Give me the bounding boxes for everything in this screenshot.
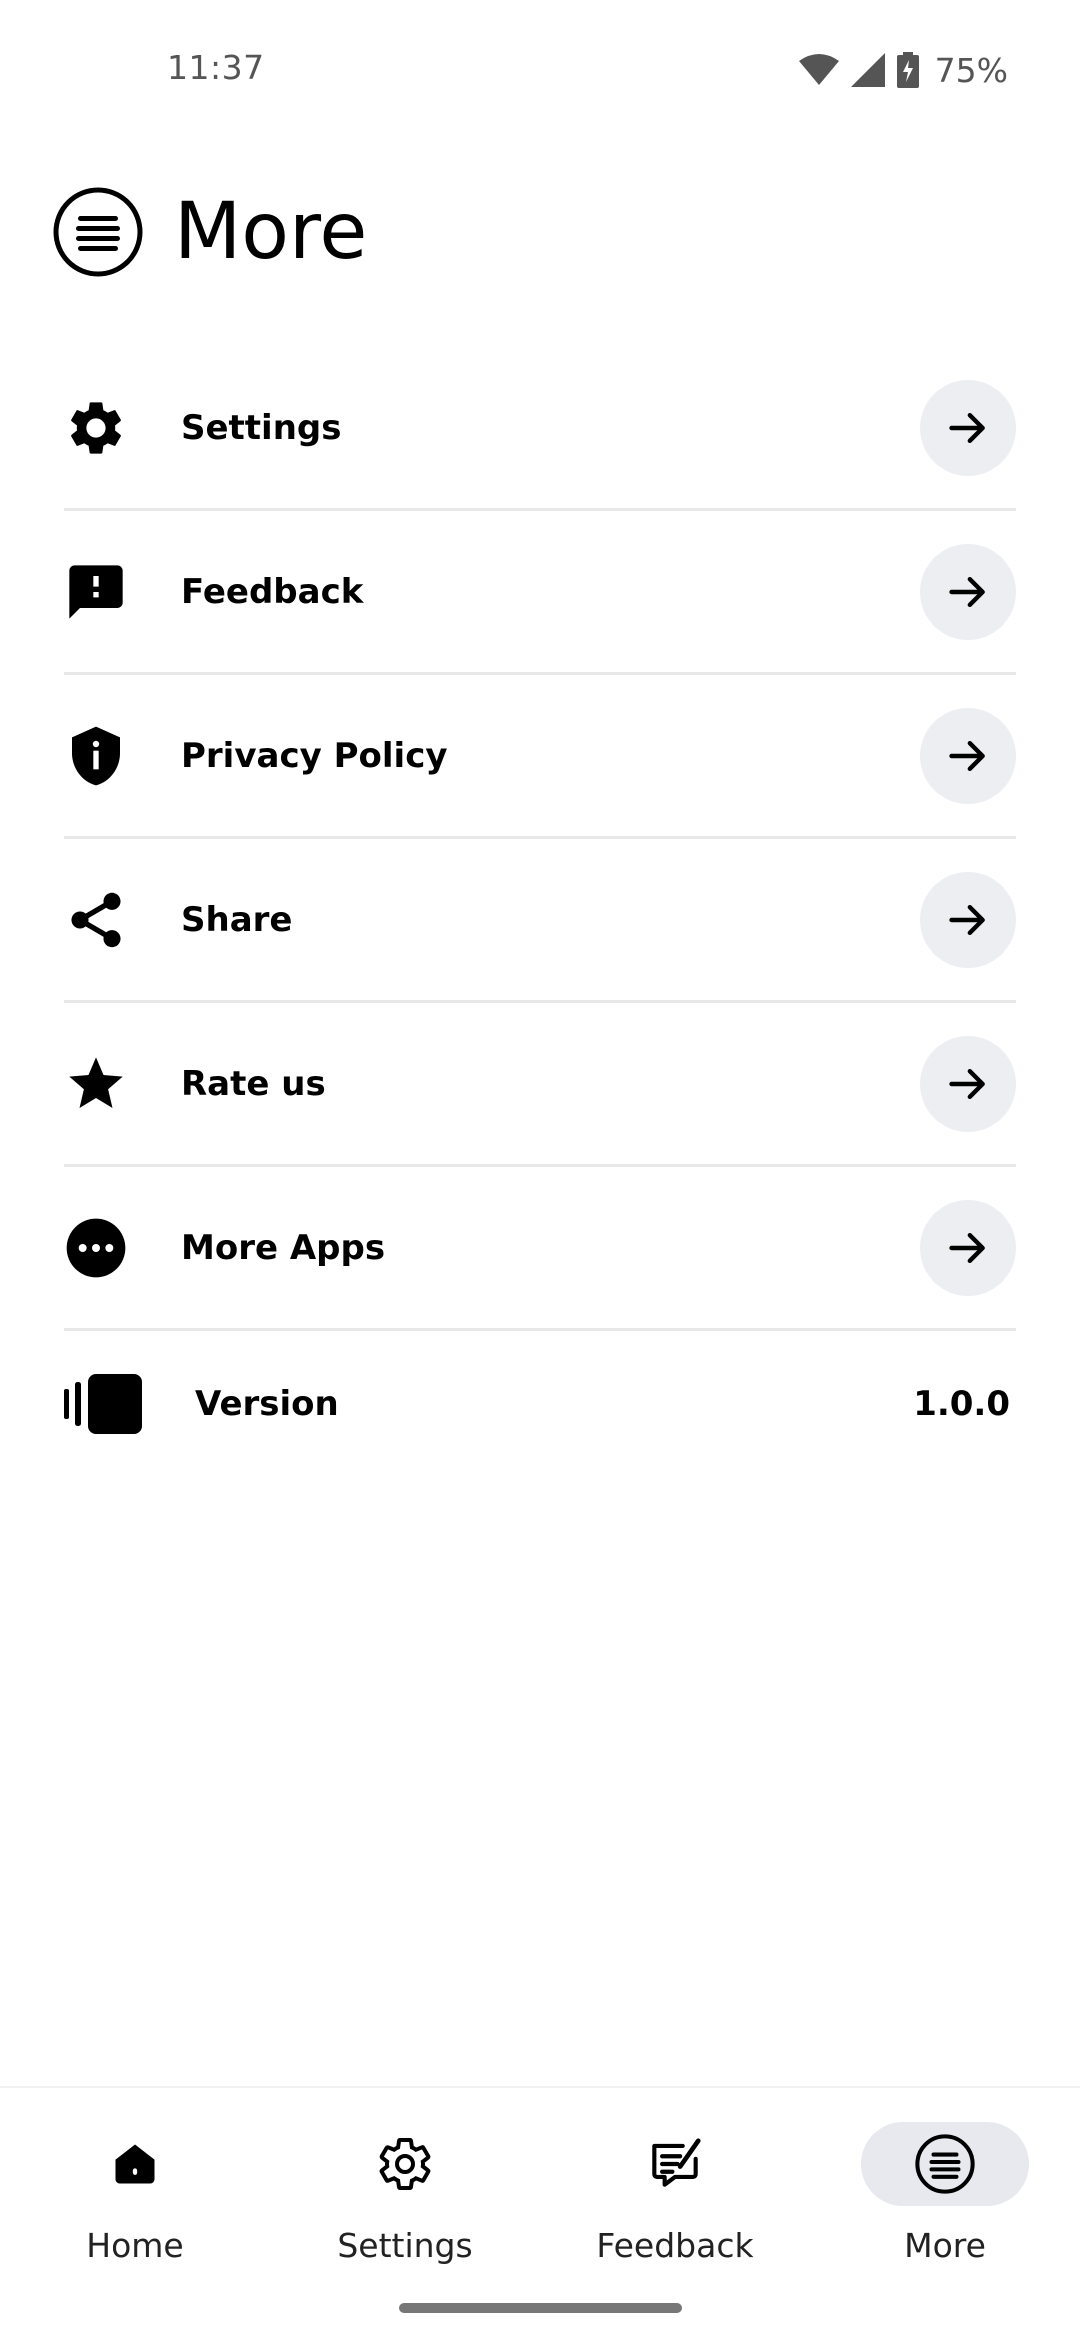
arrow-right-button[interactable]	[920, 1199, 1016, 1296]
nav-label: Feedback	[596, 2226, 754, 2265]
arrow-right-button[interactable]	[920, 379, 1016, 476]
status-time: 11:37	[167, 48, 265, 87]
nav-pill	[321, 2122, 489, 2206]
nav-label: Home	[86, 2226, 184, 2265]
arrow-right-button[interactable]	[920, 871, 1016, 968]
arrow-right-icon	[949, 904, 985, 935]
page-header: More	[52, 186, 367, 278]
nav-label: More	[904, 2226, 986, 2265]
nav-pill	[51, 2122, 219, 2206]
bottom-navigation: Home Settings Feedback More	[0, 2086, 1080, 2340]
nav-item-settings[interactable]: Settings	[305, 2122, 505, 2272]
version-row: Version 1.0.0	[64, 1331, 1016, 1477]
menu-item-share[interactable]: Share	[64, 839, 1016, 1003]
menu-item-label: Feedback	[181, 571, 364, 612]
menu-lines-icon[interactable]	[52, 186, 144, 278]
wifi-icon	[798, 54, 839, 85]
nav-item-feedback[interactable]: Feedback	[575, 2122, 775, 2272]
menu-item-settings[interactable]: Settings	[64, 347, 1016, 511]
nav-pill-active	[861, 2122, 1029, 2206]
arrow-right-icon	[949, 576, 985, 607]
status-bar: 11:37 75%	[0, 0, 1080, 140]
more-menu-list: Settings Feedback Privacy Policy Share R…	[0, 347, 1080, 1477]
cell-signal-icon	[850, 53, 885, 87]
more-dots-icon	[64, 1216, 128, 1280]
version-label: Version	[195, 1384, 339, 1424]
arrow-right-icon	[949, 412, 985, 443]
arrow-right-button[interactable]	[920, 707, 1016, 804]
feedback-icon	[652, 2138, 701, 2187]
gear-icon	[379, 2138, 431, 2190]
home-icon	[115, 2144, 155, 2184]
arrow-right-button[interactable]	[920, 1035, 1016, 1132]
menu-item-label: Privacy Policy	[181, 735, 448, 776]
nav-item-home[interactable]: Home	[35, 2122, 235, 2272]
shield-icon	[64, 724, 128, 788]
share-icon	[64, 888, 128, 952]
star-icon	[64, 1052, 128, 1116]
more-screen: 11:37 75% More Settings Feedback Privacy…	[0, 0, 1080, 2340]
nav-item-more[interactable]: More	[845, 2122, 1045, 2272]
menu-item-feedback[interactable]: Feedback	[64, 511, 1016, 675]
version-value: 1.0.0	[913, 1384, 1010, 1424]
menu-item-label: More Apps	[181, 1227, 386, 1268]
menu-item-rate-us[interactable]: Rate us	[64, 1003, 1016, 1167]
feedback-icon	[64, 560, 128, 624]
arrow-right-button[interactable]	[920, 543, 1016, 640]
page-title: More	[174, 187, 368, 277]
menu-item-label: Share	[181, 899, 293, 940]
menu-lines-icon	[915, 2134, 975, 2194]
arrow-right-icon	[949, 1232, 985, 1263]
home-indicator[interactable]	[399, 2303, 682, 2313]
battery-icon	[896, 52, 919, 88]
nav-pill	[591, 2122, 759, 2206]
menu-item-more-apps[interactable]: More Apps	[64, 1167, 1016, 1331]
arrow-right-icon	[949, 1068, 985, 1099]
menu-item-label: Settings	[181, 407, 342, 448]
version-stack-icon	[64, 1374, 142, 1434]
status-icons: 75%	[798, 50, 1008, 90]
nav-label: Settings	[337, 2226, 473, 2265]
menu-item-privacy-policy[interactable]: Privacy Policy	[64, 675, 1016, 839]
gear-icon	[64, 396, 128, 460]
battery-percent: 75%	[934, 50, 1008, 90]
arrow-right-icon	[949, 740, 985, 771]
menu-item-label: Rate us	[181, 1063, 326, 1104]
